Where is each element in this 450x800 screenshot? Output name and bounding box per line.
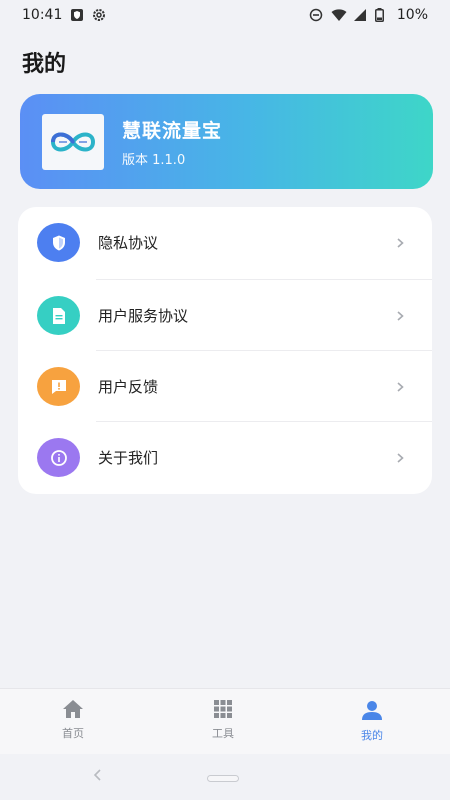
nav-tab-label: 我的 (361, 729, 383, 742)
chevron-right-icon (397, 310, 404, 321)
nav-tab-mine[interactable]: 我的 (332, 699, 412, 749)
shield-icon (37, 223, 80, 262)
back-arrow-icon[interactable] (92, 768, 104, 782)
shield-notification-icon (70, 8, 84, 22)
app-version: 版本 1.1.0 (122, 152, 186, 168)
menu-item-about-us[interactable]: 关于我们 (18, 422, 432, 493)
chevron-right-icon (397, 381, 404, 392)
system-navigation-bar (0, 754, 450, 800)
app-name: 慧联流量宝 (122, 119, 223, 142)
menu-item-label: 关于我们 (98, 449, 159, 467)
menu-item-privacy-policy[interactable]: 隐私协议 (18, 207, 432, 278)
status-right: 10% (309, 7, 428, 23)
status-bar: 10:41 10% (0, 0, 450, 30)
app-info-card: 慧联流量宝 版本 1.1.0 (20, 94, 433, 189)
document-icon (37, 296, 80, 335)
battery-percentage: 10% (396, 7, 428, 23)
status-time: 10:41 (22, 7, 63, 23)
person-icon (362, 701, 382, 720)
nav-tab-label: 首页 (62, 727, 84, 740)
settings-gear-icon (92, 8, 106, 22)
menu-item-label: 用户服务协议 (98, 307, 189, 325)
infinity-logo-icon (50, 132, 96, 151)
do-not-disturb-icon (309, 8, 323, 22)
nav-tab-tools[interactable]: 工具 (183, 699, 263, 749)
menu-list: 隐私协议 用户服务协议 用户反馈 关于我们 (18, 207, 432, 494)
nav-tab-home[interactable]: 首页 (33, 699, 113, 749)
menu-item-label: 隐私协议 (98, 234, 159, 252)
menu-item-label: 用户反馈 (98, 378, 159, 396)
menu-item-user-feedback[interactable]: 用户反馈 (18, 351, 432, 422)
home-icon (63, 700, 83, 718)
bottom-navigation: 首页 工具 我的 (0, 688, 450, 754)
status-left: 10:41 (22, 7, 106, 23)
chevron-right-icon (397, 237, 404, 248)
feedback-icon (37, 367, 80, 406)
info-icon (37, 438, 80, 477)
page-title: 我的 (22, 52, 67, 77)
app-info: 慧联流量宝 版本 1.1.0 (122, 116, 222, 168)
battery-icon (374, 8, 389, 22)
nav-tab-label: 工具 (212, 727, 234, 740)
app-logo (42, 113, 104, 170)
menu-item-user-service-agreement[interactable]: 用户服务协议 (18, 280, 432, 351)
chevron-right-icon (397, 452, 404, 463)
grid-icon (214, 700, 232, 718)
signal-icon (353, 8, 367, 22)
home-pill-button[interactable] (207, 775, 239, 782)
wifi-icon (331, 8, 347, 22)
